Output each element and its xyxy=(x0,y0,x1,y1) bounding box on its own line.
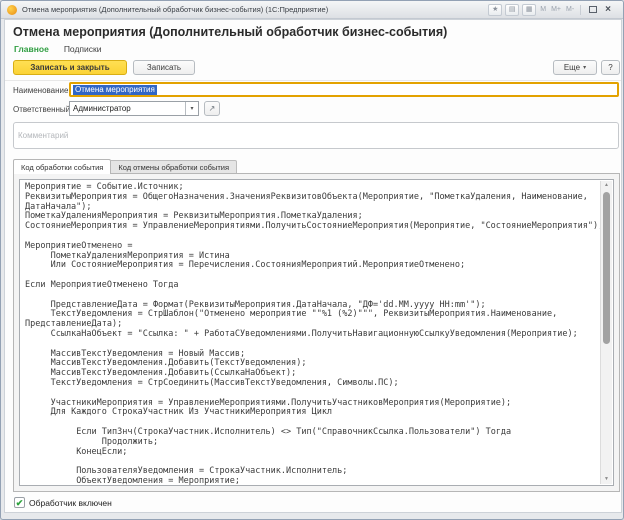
handler-enabled-label: Обработчик включен xyxy=(29,498,112,508)
save-and-close-button[interactable]: Записать и закрыть xyxy=(13,60,127,75)
help-button[interactable]: ? xyxy=(601,60,620,75)
chevron-down-icon: ▾ xyxy=(190,105,193,112)
scroll-up-icon[interactable]: ▲ xyxy=(601,181,612,190)
open-link-button[interactable]: ↗ xyxy=(204,101,220,116)
responsible-combobox[interactable]: Администратор ▾ xyxy=(69,101,199,116)
name-input[interactable]: Отмена мероприятия xyxy=(69,82,619,97)
scroll-down-icon[interactable]: ▼ xyxy=(601,475,612,484)
maximize-icon[interactable] xyxy=(589,6,597,13)
responsible-value: Администратор xyxy=(70,104,185,113)
open-link-icon: ↗ xyxy=(209,104,216,113)
star-icon[interactable]: ★ xyxy=(488,4,502,16)
name-field-label: Наименование: xyxy=(13,86,71,95)
tab-cancel-handler-code[interactable]: Код отмены обработки события xyxy=(111,160,237,174)
divider xyxy=(5,80,621,81)
1c-logo-icon xyxy=(7,5,17,15)
memory-button[interactable]: M xyxy=(539,6,547,13)
handler-enabled-checkbox[interactable]: ✔ xyxy=(14,497,25,508)
nav-tabs: Главное Подписки xyxy=(14,44,102,54)
vertical-scrollbar[interactable]: ▲ ▼ xyxy=(600,181,612,484)
divider xyxy=(580,5,581,15)
comment-textarea[interactable]: Комментарий xyxy=(13,122,619,149)
app-window: Отмена мероприятия (Дополнительный обраб… xyxy=(0,0,624,520)
close-icon[interactable]: × xyxy=(603,5,613,15)
tab-event-handler-code[interactable]: Код обработки события xyxy=(13,159,111,174)
more-button[interactable]: Еще ▾ xyxy=(553,60,597,75)
tab-subscriptions[interactable]: Подписки xyxy=(64,44,102,54)
titlebar: Отмена мероприятия (Дополнительный обраб… xyxy=(1,1,623,19)
memory-plus-button[interactable]: M+ xyxy=(550,6,562,13)
code-panel: Мероприятие = Событие.Источник; Реквизит… xyxy=(13,173,620,492)
dropdown-button[interactable]: ▾ xyxy=(185,102,198,115)
code-tabs: Код обработки события Код отмены обработ… xyxy=(13,159,237,174)
grid-icon[interactable]: ▦ xyxy=(522,4,536,16)
check-icon: ✔ xyxy=(16,498,24,508)
save-button[interactable]: Записать xyxy=(133,60,195,75)
responsible-field-label: Ответственный: xyxy=(13,105,72,114)
code-editor[interactable]: Мероприятие = Событие.Источник; Реквизит… xyxy=(19,179,614,486)
form-content: Отмена мероприятия (Дополнительный обраб… xyxy=(4,19,622,513)
titlebar-controls: ★ ▤ ▦ M M+ M- × xyxy=(488,4,617,16)
scrollbar-thumb[interactable] xyxy=(603,192,610,344)
page-title: Отмена мероприятия (Дополнительный обраб… xyxy=(13,25,447,39)
more-button-label: Еще xyxy=(564,63,580,72)
window-title: Отмена мероприятия (Дополнительный обраб… xyxy=(22,5,488,14)
page-icon[interactable]: ▤ xyxy=(505,4,519,16)
chevron-down-icon: ▾ xyxy=(583,64,586,71)
footer: ✔ Обработчик включен xyxy=(14,497,112,508)
code-text[interactable]: Мероприятие = Событие.Источник; Реквизит… xyxy=(20,180,600,485)
name-input-selected-value: Отмена мероприятия xyxy=(73,85,157,95)
tab-main[interactable]: Главное xyxy=(14,44,49,54)
memory-minus-button[interactable]: M- xyxy=(565,6,575,13)
comment-placeholder: Комментарий xyxy=(18,131,68,140)
